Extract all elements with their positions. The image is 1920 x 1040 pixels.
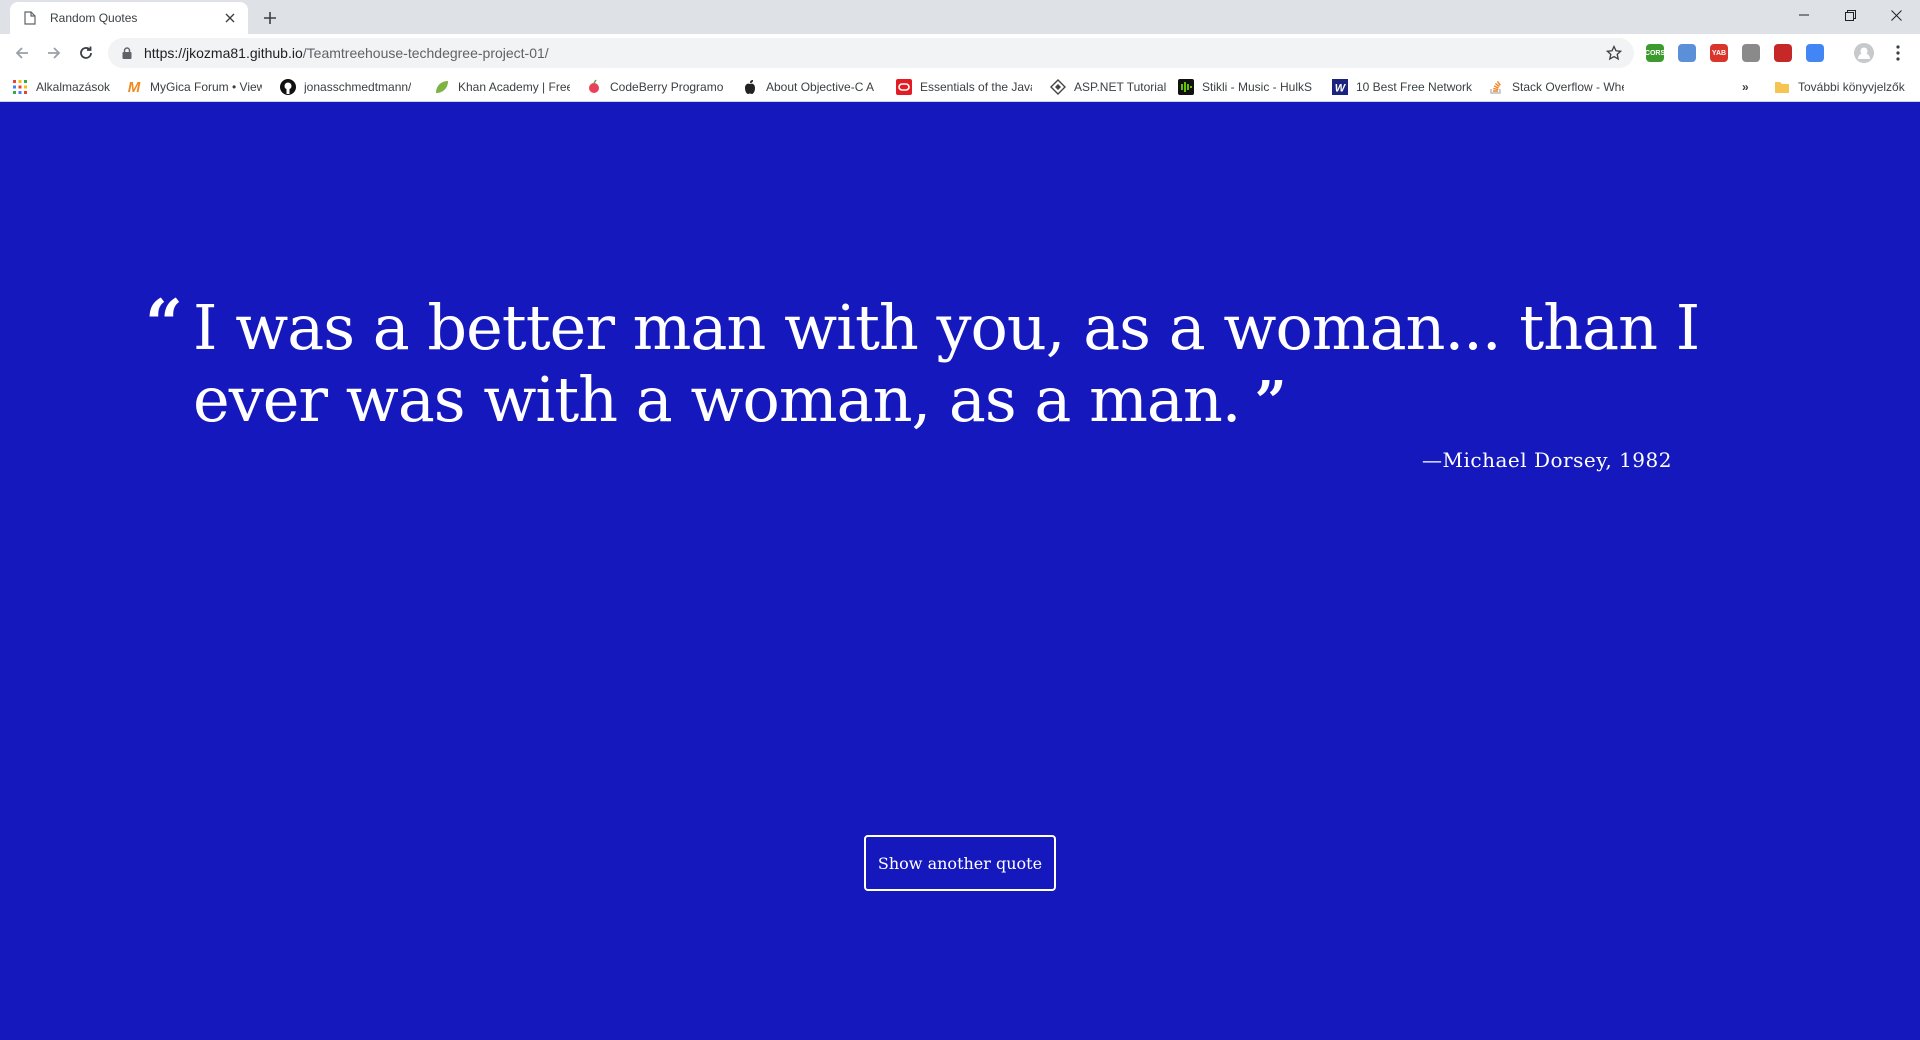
url-host: https://jkozma81.github.io [144,45,303,61]
bookmark-best-free-network[interactable]: W 10 Best Free Network [1332,77,1472,97]
quote-body: I was a better man with you, as a woman.… [193,291,1700,436]
bookmark-label: 10 Best Free Network [1356,80,1472,94]
bookmark-label: Alkalmazások [36,80,111,94]
bookmark-aspnet[interactable]: ASP.NET Tutorial [1050,77,1168,97]
url-text[interactable]: https://jkozma81.github.io/Teamtreehouse… [144,45,1604,61]
khan-academy-icon [434,79,450,95]
forward-icon[interactable] [40,39,68,67]
oracle-icon [896,79,912,95]
bookmark-star-icon[interactable] [1604,43,1624,63]
reload-icon[interactable] [72,39,100,67]
minimize-icon[interactable] [1782,0,1826,30]
svg-text:W: W [1335,83,1347,95]
bookmark-label: Stack Overflow - Whe [1512,80,1624,94]
bookmark-label: About Objective-C A [766,80,875,94]
bookmark-other-folder[interactable]: További könyvjelzők [1774,77,1914,97]
aspnet-icon [1050,79,1066,95]
eyedropper-extension-icon[interactable] [1806,44,1824,62]
bookmark-label: Khan Academy | Free [458,80,570,94]
page-icon [22,10,38,26]
bookmark-label: CodeBerry Programo [610,80,724,94]
apple-icon [742,79,758,95]
tab-strip: Random Quotes [0,0,1920,34]
browser-toolbar: https://jkozma81.github.io/Teamtreehouse… [0,34,1920,72]
back-icon[interactable] [8,39,36,67]
quote-page: “I was a better man with you, as a woman… [0,102,1920,1040]
stack-overflow-icon [1488,79,1504,95]
w-icon: W [1332,79,1348,95]
close-tab-icon[interactable] [222,10,238,26]
bookmark-label: Essentials of the Java [920,80,1032,94]
quote-text: “I was a better man with you, as a woman… [145,288,1745,438]
bookmark-label: ASP.NET Tutorial [1074,80,1167,94]
new-tab-icon[interactable] [258,6,282,30]
stikli-icon [1178,79,1194,95]
tab-random-quotes[interactable]: Random Quotes [10,2,248,34]
bookmark-apps[interactable]: Alkalmazások [12,77,116,97]
address-bar[interactable]: https://jkozma81.github.io/Teamtreehouse… [108,38,1634,68]
bookmark-github[interactable]: jonasschmedtmann/ [280,77,418,97]
quote-source: —Michael Dorsey, 1982 [1422,448,1672,472]
tab-title: Random Quotes [50,11,138,25]
bookmarks-bar: Alkalmazások M MyGica Forum • View jonas… [0,72,1920,102]
bookmark-label: jonasschmedtmann/ [304,80,412,94]
bookmarks-overflow-chevron[interactable]: » [1742,77,1756,97]
lock-icon[interactable] [120,46,134,60]
yab-extension-icon[interactable]: YAB [1710,44,1728,62]
apps-grid-icon [12,79,28,95]
gray-extension-icon[interactable] [1742,44,1760,62]
overflow-icon: » [1742,80,1749,94]
blue-extension-icon[interactable] [1678,44,1696,62]
url-path: /Teamtreehouse-techdegree-project-01/ [302,45,549,61]
folder-icon [1774,79,1790,95]
bookmark-label: Stikli - Music - HulkS [1202,80,1313,94]
open-quote-mark: “ [145,285,183,363]
close-quote-mark: ” [1254,369,1287,435]
bookmark-label: További könyvjelzők [1798,80,1905,94]
bookmark-objective-c[interactable]: About Objective-C A [742,77,876,97]
restore-icon[interactable] [1828,0,1872,30]
show-another-quote-button[interactable]: Show another quote [864,835,1056,891]
bookmark-khan-academy[interactable]: Khan Academy | Free [434,77,570,97]
bookmark-label: MyGica Forum • View [150,80,262,94]
bookmark-java-essentials[interactable]: Essentials of the Java [896,77,1032,97]
github-icon [280,79,296,95]
profile-avatar[interactable] [1850,39,1878,67]
bookmark-stikli[interactable]: Stikli - Music - HulkS [1178,77,1314,97]
bookmark-codeberry[interactable]: CodeBerry Programo [586,77,726,97]
bookmark-mygica[interactable]: M MyGica Forum • View [126,77,262,97]
codeberry-icon [586,79,602,95]
ruby-extension-icon[interactable] [1774,44,1792,62]
quote-container: “I was a better man with you, as a woman… [145,288,1745,438]
mygica-icon: M [127,78,141,96]
bookmark-stack-overflow[interactable]: Stack Overflow - Whe [1488,77,1624,97]
menu-kebab-icon[interactable] [1884,39,1912,67]
cors-extension-icon[interactable]: CORS [1645,44,1665,62]
close-window-icon[interactable] [1874,0,1918,30]
